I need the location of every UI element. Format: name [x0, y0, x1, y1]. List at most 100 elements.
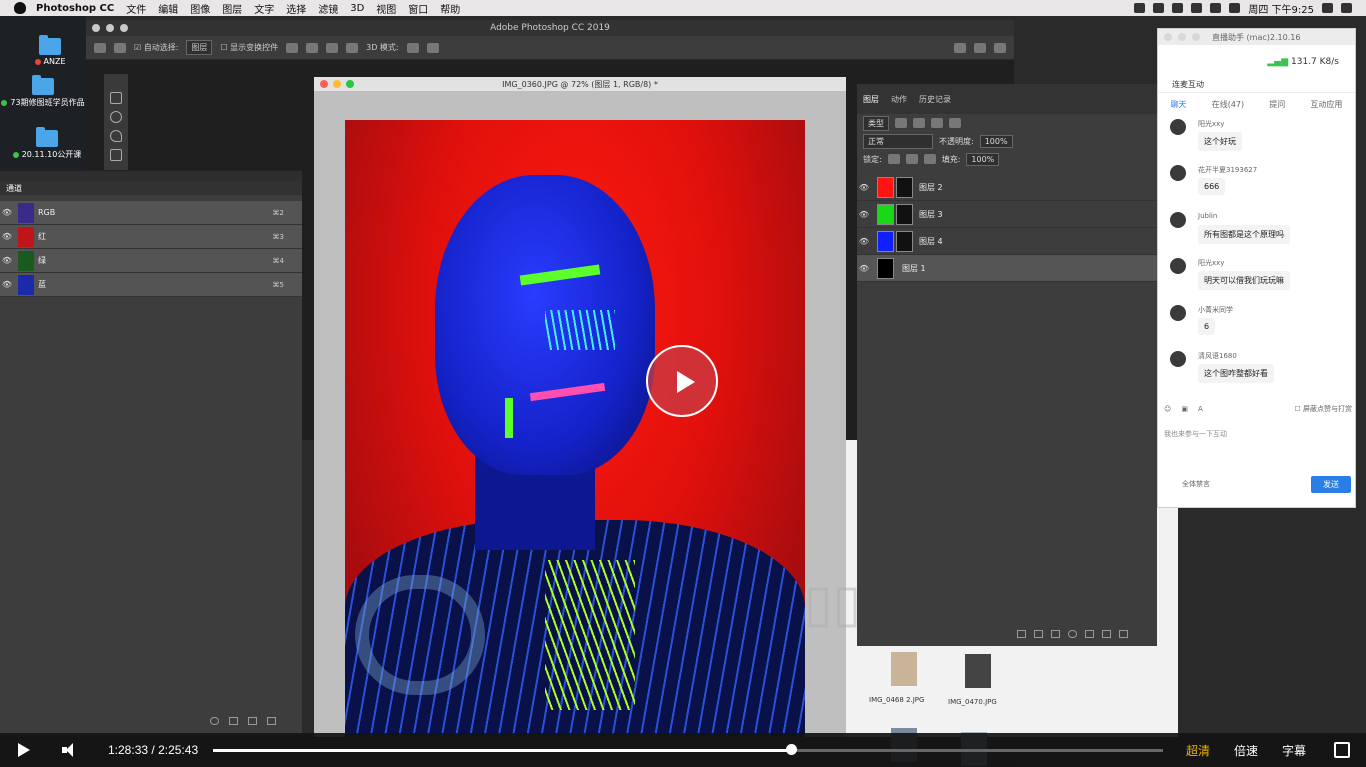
avatar[interactable] [1170, 212, 1186, 228]
file-thumbnail[interactable] [965, 654, 991, 688]
avatar[interactable] [1170, 165, 1186, 181]
eye-icon[interactable]: 👁 [0, 256, 14, 265]
eye-icon[interactable]: 👁 [0, 232, 14, 241]
menu-clock[interactable]: 周四 下午9:25 [1248, 1, 1314, 16]
quick-select-tool-icon[interactable] [110, 149, 122, 161]
filter-shape-icon[interactable] [949, 118, 961, 128]
play-icon[interactable] [18, 743, 32, 757]
apple-icon[interactable] [14, 2, 26, 14]
zoom-icon[interactable] [1192, 33, 1200, 41]
avatar[interactable] [1170, 305, 1186, 321]
co-host-section[interactable]: 连麦互动 [1158, 79, 1355, 93]
eye-icon[interactable]: 👁 [857, 264, 871, 273]
avatar[interactable] [1170, 351, 1186, 367]
add-mask-icon[interactable] [1051, 630, 1060, 638]
zoom-icon[interactable] [120, 24, 128, 32]
channels-tab[interactable]: 通道 [0, 181, 302, 195]
workspace-icon[interactable] [974, 42, 986, 53]
file-name[interactable]: IMG_0470.JPG [948, 698, 997, 706]
minimize-icon[interactable] [106, 24, 114, 32]
tab-online[interactable]: 在线(47) [1212, 99, 1244, 110]
menu-help[interactable]: 帮助 [440, 1, 460, 16]
chat-input[interactable]: 我也来参与一下互动 [1164, 429, 1227, 439]
close-icon[interactable] [320, 80, 328, 88]
menu-layer[interactable]: 图层 [222, 1, 242, 16]
block-likes-checkbox[interactable]: ☐ 屏蔽点赞与打赏 [1294, 404, 1352, 414]
align-right-icon[interactable] [326, 42, 339, 53]
home-icon[interactable] [94, 42, 106, 53]
menu-edit[interactable]: 编辑 [158, 1, 178, 16]
menu-window[interactable]: 窗口 [408, 1, 428, 16]
link-icon[interactable] [1017, 630, 1026, 638]
channel-row-blue[interactable]: 👁 蓝 ⌘5 [0, 273, 302, 297]
eye-icon[interactable]: 👁 [857, 210, 871, 219]
trash-icon[interactable] [267, 717, 276, 725]
menu-view[interactable]: 视图 [376, 1, 396, 16]
distribute-icon[interactable] [346, 42, 359, 53]
menu-3d[interactable]: 3D [350, 3, 364, 14]
menu-filter[interactable]: 滤镜 [318, 1, 338, 16]
menu-file[interactable]: 文件 [126, 1, 146, 16]
wifi-icon[interactable] [1172, 3, 1184, 13]
eye-icon[interactable]: 👁 [0, 280, 14, 289]
airplay-icon[interactable] [1191, 3, 1203, 13]
group-icon[interactable] [1085, 630, 1094, 638]
close-icon[interactable] [92, 24, 100, 32]
auto-select-checkbox[interactable]: ☑ 自动选择: [134, 42, 178, 53]
layer-filter-select[interactable]: 类型 [863, 115, 889, 131]
eye-icon[interactable]: 👁 [857, 183, 871, 192]
spotlight-icon[interactable] [1322, 3, 1333, 13]
desktop-folder-73[interactable]: 73期修图班学员作品 [0, 75, 86, 108]
tab-questions[interactable]: 提问 [1269, 99, 1285, 110]
filter-pixel-icon[interactable] [895, 118, 907, 128]
pan-3d-icon[interactable] [426, 42, 439, 53]
desktop-folder-open-class[interactable]: 20.11.10公开课 [0, 127, 94, 160]
load-selection-icon[interactable] [210, 717, 219, 725]
desktop-folder-anze[interactable]: ANZE [0, 35, 100, 66]
new-channel-icon[interactable] [248, 717, 257, 725]
volume-icon[interactable] [1210, 3, 1222, 13]
subtitle-button[interactable]: 字幕 [1282, 742, 1306, 759]
play-overlay-button[interactable] [646, 345, 718, 417]
zoom-icon[interactable] [346, 80, 354, 88]
marquee-tool-icon[interactable] [110, 111, 122, 123]
quality-button[interactable]: 超清 [1186, 742, 1210, 759]
trash-icon[interactable] [1119, 630, 1128, 638]
tab-layers[interactable]: 图层 [863, 94, 879, 105]
avatar[interactable] [1170, 119, 1186, 135]
menu-select[interactable]: 选择 [286, 1, 306, 16]
avatar[interactable] [1170, 258, 1186, 274]
layer-row[interactable]: 👁 图层 2 [857, 174, 1157, 201]
app-tray-icon[interactable] [1153, 3, 1165, 13]
layer-row[interactable]: 👁 图层 4 [857, 228, 1157, 255]
move-tool-icon[interactable] [110, 92, 122, 104]
notification-icon[interactable] [1341, 3, 1352, 13]
tab-history[interactable]: 历史记录 [919, 94, 951, 105]
lock-all-icon[interactable] [923, 154, 936, 164]
file-thumbnail[interactable] [891, 652, 917, 686]
blend-mode-select[interactable]: 正常 [863, 133, 933, 149]
layer-mask-thumbnail[interactable] [896, 203, 913, 225]
menu-app-name[interactable]: Photoshop CC [36, 3, 114, 14]
layer-mask-thumbnail[interactable] [896, 230, 913, 252]
fill-input[interactable]: 100% [966, 152, 1000, 166]
battery-icon[interactable] [1229, 3, 1241, 13]
layer-mask-thumbnail[interactable] [896, 176, 913, 198]
lock-position-icon[interactable] [905, 154, 918, 164]
file-name[interactable]: IMG_0468 2.JPG [869, 696, 924, 704]
search-icon[interactable] [954, 42, 966, 53]
filter-type-icon[interactable] [931, 118, 943, 128]
send-button[interactable]: 发送 [1311, 476, 1351, 493]
eye-icon[interactable]: 👁 [0, 208, 14, 217]
image-icon[interactable]: ▣ [1181, 405, 1188, 413]
channel-row-green[interactable]: 👁 绿 ⌘4 [0, 249, 302, 273]
font-icon[interactable]: A [1198, 405, 1203, 413]
filter-adjust-icon[interactable] [913, 118, 925, 128]
show-transform-checkbox[interactable]: ☐ 显示变换控件 [220, 42, 278, 53]
share-icon[interactable] [994, 42, 1006, 53]
opacity-input[interactable]: 100% [979, 134, 1013, 148]
fullscreen-icon[interactable] [1334, 742, 1350, 758]
layer-row-selected[interactable]: 👁 图层 1 [857, 255, 1157, 282]
progress-bar[interactable] [213, 749, 1163, 752]
speed-button[interactable]: 倍速 [1234, 742, 1258, 759]
